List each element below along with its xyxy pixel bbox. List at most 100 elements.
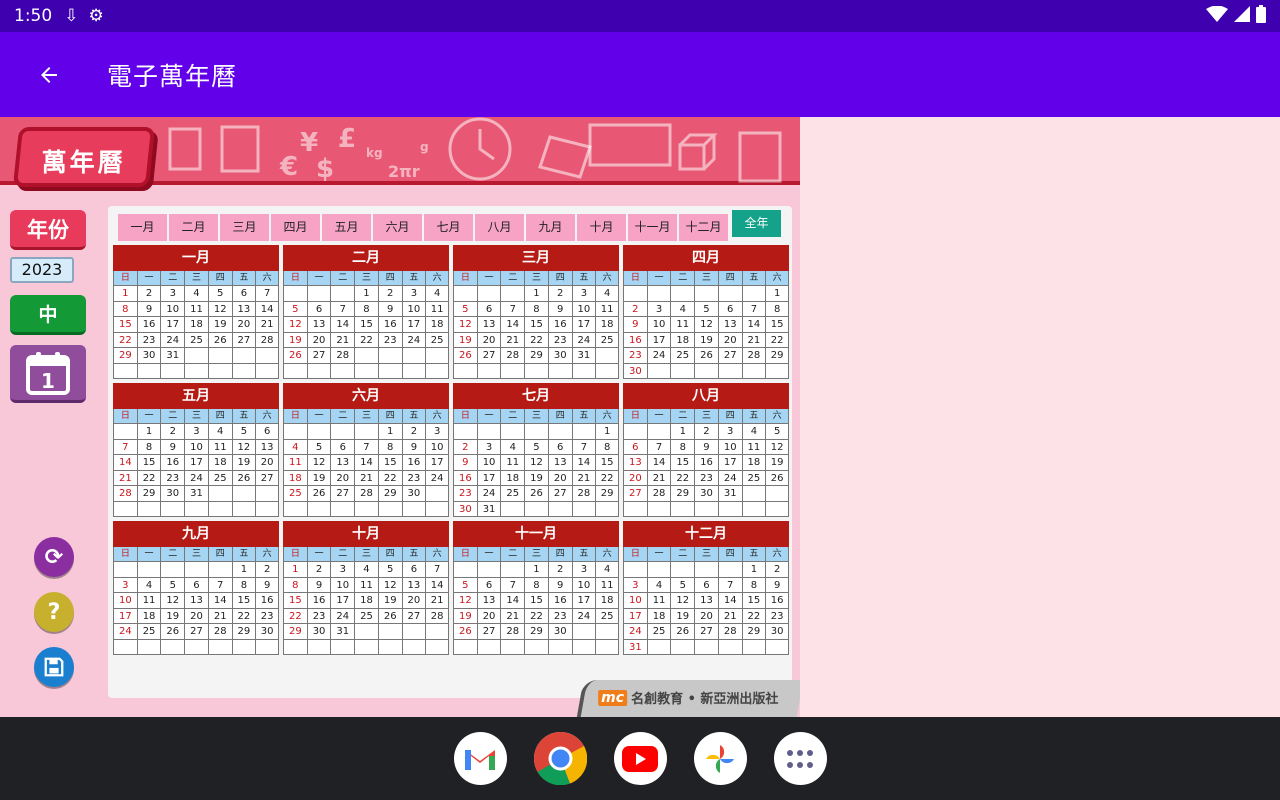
day-cell[interactable]: 21	[207, 608, 232, 624]
day-cell[interactable]: 5	[160, 577, 185, 593]
day-cell[interactable]: 24	[717, 470, 742, 486]
day-cell[interactable]: 14	[717, 593, 742, 609]
day-cell[interactable]: 31	[330, 624, 355, 640]
day-cell[interactable]: 20	[184, 608, 208, 624]
day-cell[interactable]: 23	[306, 608, 331, 624]
day-cell[interactable]: 1	[136, 424, 161, 440]
day-cell[interactable]: 8	[231, 577, 256, 593]
day-cell[interactable]: 21	[255, 317, 279, 333]
day-cell[interactable]: 10	[160, 301, 185, 317]
day-cell[interactable]: 28	[646, 486, 671, 502]
day-cell[interactable]: 3	[113, 577, 137, 593]
day-cell[interactable]: 13	[255, 439, 279, 455]
day-cell[interactable]: 16	[547, 317, 572, 333]
day-cell[interactable]: 19	[231, 455, 256, 471]
day-cell[interactable]: 18	[595, 317, 619, 333]
help-button[interactable]: ?	[34, 592, 74, 632]
day-cell[interactable]: 22	[136, 470, 161, 486]
day-cell[interactable]: 30	[136, 348, 161, 364]
tab-month-5[interactable]: 五月	[322, 214, 371, 241]
day-cell[interactable]: 27	[306, 348, 331, 364]
day-cell[interactable]: 6	[184, 577, 208, 593]
day-cell[interactable]: 25	[136, 624, 161, 640]
day-cell[interactable]: 3	[623, 577, 647, 593]
day-cell[interactable]: 15	[741, 593, 766, 609]
day-cell[interactable]: 26	[231, 470, 256, 486]
day-cell[interactable]: 24	[646, 348, 671, 364]
day-cell[interactable]: 1	[377, 424, 402, 440]
day-cell[interactable]: 30	[623, 363, 647, 379]
day-cell[interactable]: 29	[524, 348, 548, 364]
day-cell[interactable]: 11	[425, 301, 449, 317]
day-cell[interactable]: 20	[231, 317, 256, 333]
day-cell[interactable]: 14	[425, 577, 449, 593]
tab-month-3[interactable]: 三月	[220, 214, 269, 241]
day-cell[interactable]: 12	[524, 455, 548, 471]
day-cell[interactable]: 17	[330, 593, 355, 609]
day-cell[interactable]: 19	[306, 470, 331, 486]
day-cell[interactable]: 6	[717, 301, 742, 317]
day-cell[interactable]: 17	[160, 317, 185, 333]
day-cell[interactable]: 13	[231, 301, 256, 317]
day-cell[interactable]: 3	[571, 286, 596, 302]
day-cell[interactable]: 8	[741, 577, 766, 593]
day-cell[interactable]: 18	[207, 455, 232, 471]
tab-month-10[interactable]: 十月	[577, 214, 626, 241]
day-cell[interactable]: 22	[283, 608, 307, 624]
apps-icon[interactable]	[773, 732, 827, 785]
language-button[interactable]: 中	[10, 295, 86, 335]
day-cell[interactable]: 26	[160, 624, 185, 640]
day-cell[interactable]: 24	[401, 332, 426, 348]
day-cell[interactable]: 3	[425, 424, 449, 440]
day-cell[interactable]: 3	[330, 562, 355, 578]
day-cell[interactable]: 8	[765, 301, 789, 317]
day-cell[interactable]: 1	[231, 562, 256, 578]
save-button[interactable]	[34, 647, 74, 687]
day-cell[interactable]: 27	[547, 486, 572, 502]
day-cell[interactable]: 19	[160, 608, 185, 624]
day-cell[interactable]: 18	[425, 317, 449, 333]
tab-month-2[interactable]: 二月	[169, 214, 218, 241]
day-cell[interactable]: 16	[453, 470, 477, 486]
day-cell[interactable]: 2	[306, 562, 331, 578]
day-cell[interactable]: 11	[184, 301, 208, 317]
day-cell[interactable]: 1	[595, 424, 619, 440]
day-cell[interactable]: 7	[741, 301, 766, 317]
day-cell[interactable]: 22	[524, 332, 548, 348]
day-cell[interactable]: 15	[231, 593, 256, 609]
day-cell[interactable]: 7	[425, 562, 449, 578]
tab-full-year[interactable]: 全年	[732, 210, 781, 237]
day-cell[interactable]: 7	[500, 301, 525, 317]
day-cell[interactable]: 6	[255, 424, 279, 440]
day-cell[interactable]: 28	[500, 348, 525, 364]
day-cell[interactable]: 25	[595, 608, 619, 624]
day-cell[interactable]: 3	[476, 439, 501, 455]
day-cell[interactable]: 20	[255, 455, 279, 471]
day-cell[interactable]: 3	[184, 424, 208, 440]
day-cell[interactable]: 12	[207, 301, 232, 317]
day-cell[interactable]: 13	[401, 577, 426, 593]
day-cell[interactable]: 23	[255, 608, 279, 624]
day-cell[interactable]: 11	[595, 577, 619, 593]
day-cell[interactable]: 18	[595, 593, 619, 609]
day-cell[interactable]: 19	[377, 593, 402, 609]
day-cell[interactable]: 30	[547, 348, 572, 364]
day-cell[interactable]: 13	[306, 317, 331, 333]
day-cell[interactable]: 18	[646, 608, 671, 624]
day-cell[interactable]: 2	[623, 301, 647, 317]
day-cell[interactable]: 19	[670, 608, 695, 624]
day-cell[interactable]: 28	[425, 608, 449, 624]
day-cell[interactable]: 6	[547, 439, 572, 455]
day-cell[interactable]: 21	[646, 470, 671, 486]
day-cell[interactable]: 11	[670, 317, 695, 333]
day-cell[interactable]: 3	[401, 286, 426, 302]
day-cell[interactable]: 3	[717, 424, 742, 440]
day-cell[interactable]: 29	[113, 348, 137, 364]
day-cell[interactable]: 17	[646, 332, 671, 348]
day-cell[interactable]: 22	[524, 608, 548, 624]
day-cell[interactable]: 2	[136, 286, 161, 302]
gmail-icon[interactable]	[453, 732, 507, 785]
day-cell[interactable]: 8	[595, 439, 619, 455]
day-cell[interactable]: 14	[354, 455, 378, 471]
day-cell[interactable]: 5	[283, 301, 307, 317]
